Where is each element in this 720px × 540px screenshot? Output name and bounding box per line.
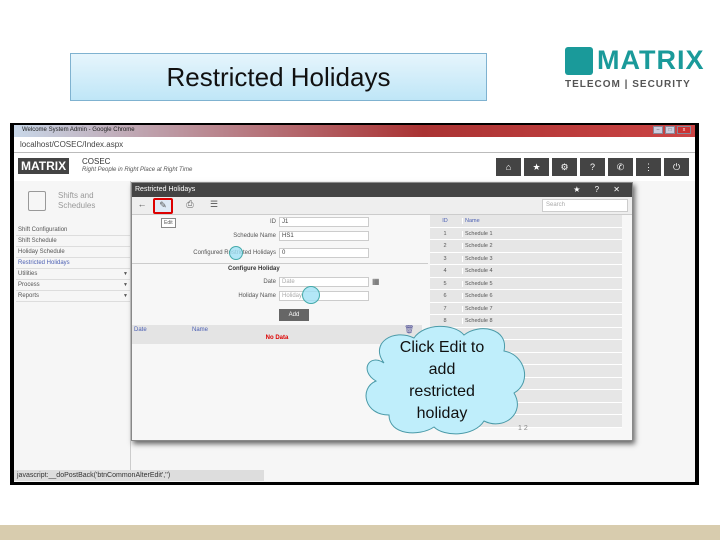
settings-button[interactable]: ⚙ <box>552 158 577 176</box>
chevron-down-icon: ▼ <box>123 271 128 277</box>
row-name: Schedule 7 <box>462 305 493 312</box>
edit-button[interactable]: ✎ <box>153 198 173 214</box>
sidebar-item-process[interactable]: Process ▼ <box>16 280 130 291</box>
id-label: ID <box>270 219 276 225</box>
sidebar-item-holiday-schedule[interactable]: Holiday Schedule <box>16 247 130 258</box>
close-window-button[interactable]: x <box>677 126 691 134</box>
callout-cloud: Click Edit to add restricted holiday <box>354 323 530 437</box>
add-button[interactable]: Add <box>279 309 309 321</box>
row-id: 3 <box>443 255 447 262</box>
row-name: Schedule 1 <box>462 230 493 237</box>
configure-holiday-heading: Configure Holiday <box>228 266 280 272</box>
date-label: Date <box>263 279 276 285</box>
sidebar: Shifts and Schedules Shift Configuration… <box>14 181 131 471</box>
table-row[interactable]: 4 Schedule 4 <box>430 265 622 278</box>
row-id: 7 <box>443 305 447 312</box>
table-row[interactable]: 6 Schedule 6 <box>430 290 622 303</box>
chevron-down-icon: ▼ <box>123 293 128 299</box>
holiday-name-label: Holiday Name <box>238 293 276 299</box>
org-button[interactable]: ⋮ <box>636 158 661 176</box>
configured-holidays-field[interactable]: 0 <box>279 248 369 258</box>
table-row[interactable]: 2 Schedule 2 <box>430 240 622 253</box>
callout-text: add <box>428 361 456 378</box>
sidebar-item-shift-schedule[interactable]: Shift Schedule <box>16 236 130 247</box>
holiday-name-field[interactable]: Holiday <box>279 291 369 301</box>
sidebar-item-utilities[interactable]: Utilities ▼ <box>16 269 130 280</box>
chevron-down-icon: ▼ <box>123 282 128 288</box>
tagline: Right People in Right Place at Right Tim… <box>82 167 193 173</box>
row-id: 5 <box>443 280 447 287</box>
sidebar-item-reports[interactable]: Reports ▼ <box>16 291 130 302</box>
slide-title: Restricted Holidays <box>70 53 487 101</box>
logout-button[interactable]: ⏻ <box>664 158 689 176</box>
cosec-logo: MATRIX <box>18 158 70 174</box>
sidebar-item-shift-configuration[interactable]: Shift Configuration <box>16 225 130 236</box>
table-row[interactable]: 3 Schedule 3 <box>430 252 622 265</box>
dialog-header-buttons[interactable]: ★ ? ✕ <box>573 185 626 194</box>
row-name: Schedule 4 <box>462 268 493 274</box>
column-name[interactable]: Name <box>192 327 208 333</box>
home-button[interactable]: ⌂ <box>496 158 521 176</box>
id-field[interactable]: J1 <box>279 217 369 227</box>
callout-text: holiday <box>416 405 468 422</box>
row-id: 4 <box>443 268 447 274</box>
row-name: Schedule 2 <box>462 243 493 249</box>
sidebar-item-restricted-holidays[interactable]: Restricted Holidays <box>16 258 130 269</box>
product-name: COSEC <box>82 157 111 166</box>
highlight-circle <box>302 286 320 304</box>
highlight-circle <box>229 246 243 260</box>
clipboard-icon <box>28 191 46 211</box>
row-id: 1 <box>443 230 447 237</box>
schedule-name-field[interactable]: HS1 <box>279 231 369 241</box>
sidebar-heading: Shifts and Schedules <box>58 191 96 210</box>
address-bar[interactable]: localhost/COSEC/Index.aspx <box>14 137 695 153</box>
save-icon[interactable]: ⎙ <box>182 199 198 213</box>
callout-text: Click Edit to <box>399 339 485 356</box>
browser-title-bar: Welcome System Admin - Google Chrome <box>14 125 695 137</box>
list-icon[interactable]: ☰ <box>206 199 222 213</box>
schedule-name-label: Schedule Name <box>233 233 276 239</box>
row-id: 6 <box>443 293 447 299</box>
help-button[interactable]: ? <box>580 158 605 176</box>
row-name: Schedule 3 <box>462 255 493 262</box>
minimize-button[interactable]: – <box>653 126 663 134</box>
calendar-icon[interactable]: ▦ <box>372 277 380 286</box>
dialog-title: Restricted Holidays <box>135 186 196 193</box>
date-field[interactable]: Date <box>279 277 369 287</box>
favorites-button[interactable]: ★ <box>524 158 549 176</box>
row-name: Schedule 6 <box>462 293 493 299</box>
callout-text: restricted <box>409 383 475 400</box>
configured-holidays-label: Configured Restricted Holidays <box>193 250 276 256</box>
table-row[interactable]: 7 Schedule 7 <box>430 302 622 315</box>
column-id[interactable]: ID <box>430 218 460 224</box>
back-arrow-icon[interactable]: ← <box>134 199 150 213</box>
search-input[interactable]: Search <box>542 199 628 212</box>
column-date[interactable]: Date <box>134 327 147 333</box>
matrix-logo: MATRIX TELECOM | SECURITY <box>565 45 705 90</box>
table-row[interactable]: 5 Schedule 5 <box>430 277 622 290</box>
table-row[interactable]: 1 Schedule 1 <box>430 227 622 240</box>
phone-button[interactable]: ✆ <box>608 158 633 176</box>
footer-band <box>0 525 720 540</box>
row-id: 2 <box>443 243 447 249</box>
status-bar: javascript:__doPostBack('btnCommonAlterE… <box>14 470 264 481</box>
column-name[interactable]: Name <box>462 218 480 224</box>
dialog-toolbar: ← ✎ ⎙ ☰ Search <box>132 197 632 215</box>
maximize-button[interactable]: □ <box>665 126 675 134</box>
row-name: Schedule 5 <box>462 280 493 287</box>
